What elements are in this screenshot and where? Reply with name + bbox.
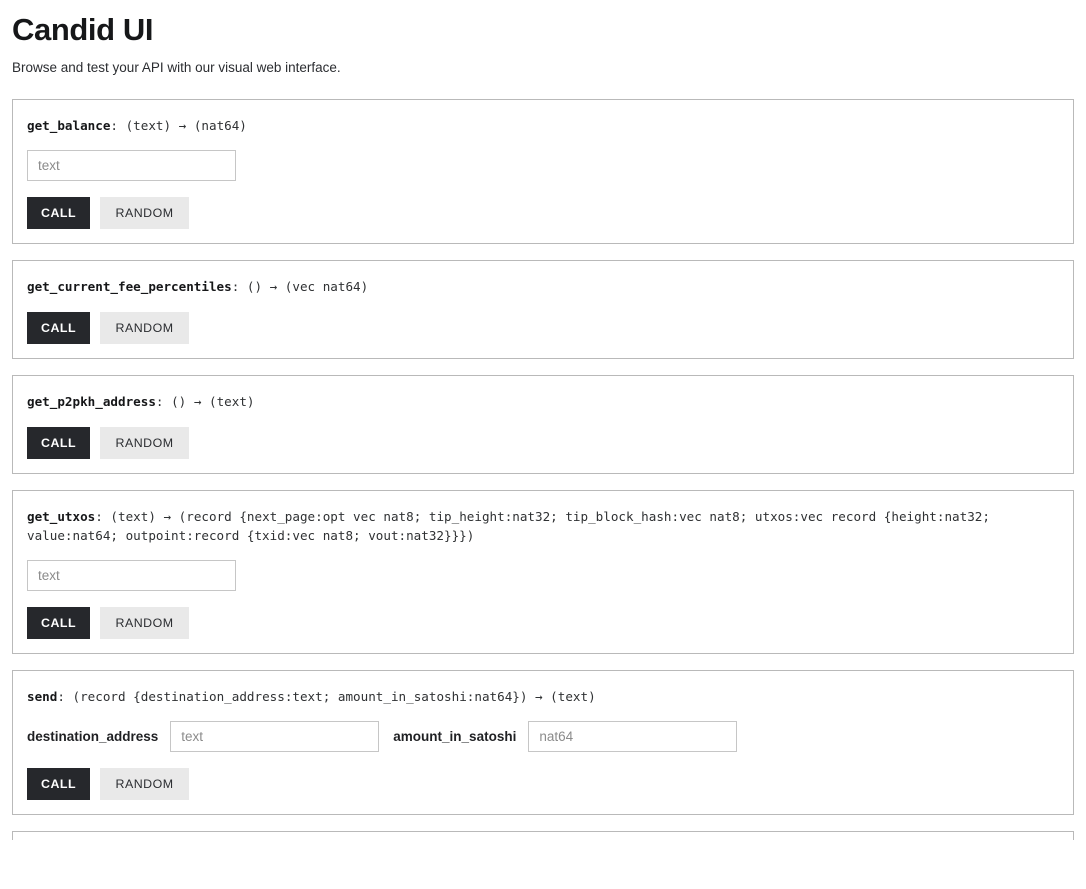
- argument-row: [25, 150, 1061, 181]
- argument-group: [27, 560, 236, 591]
- random-button[interactable]: RANDOM: [100, 607, 190, 639]
- argument-input[interactable]: [170, 721, 380, 752]
- method-card: get_p2pkh_address: () → (text) CALL RANDOM: [12, 375, 1074, 474]
- call-button[interactable]: CALL: [27, 197, 91, 229]
- method-card-next-partial: [12, 831, 1074, 840]
- argument-input[interactable]: [528, 721, 738, 752]
- method-signature: get_utxos: (text) → (record {next_page:o…: [25, 507, 1061, 545]
- method-signature: send: (record {destination_address:text;…: [25, 687, 1061, 706]
- method-card: send: (record {destination_address:text;…: [12, 670, 1074, 815]
- method-signature-separator: :: [155, 394, 172, 409]
- argument-input[interactable]: [27, 150, 236, 181]
- call-button[interactable]: CALL: [27, 312, 91, 344]
- method-signature-separator: :: [57, 689, 73, 704]
- argument-group: [27, 150, 236, 181]
- method-name: send: [27, 689, 58, 704]
- method-signature-separator: :: [231, 279, 247, 294]
- call-button[interactable]: CALL: [27, 768, 91, 800]
- method-signature: get_balance: (text) → (nat64): [25, 116, 1061, 135]
- method-signature-types: (record {destination_address:text; amoun…: [72, 689, 596, 704]
- action-row: CALL RANDOM: [25, 768, 1061, 800]
- method-name: get_utxos: [27, 509, 96, 524]
- call-button[interactable]: CALL: [27, 607, 91, 639]
- random-button[interactable]: RANDOM: [100, 312, 190, 344]
- argument-group: destination_address: [27, 721, 380, 752]
- action-row: CALL RANDOM: [25, 607, 1061, 639]
- call-button[interactable]: CALL: [27, 427, 91, 459]
- method-signature-types: () → (text): [171, 394, 255, 409]
- argument-input[interactable]: [27, 560, 236, 591]
- method-name: get_balance: [27, 118, 111, 133]
- argument-row: destination_address amount_in_satoshi: [25, 721, 1061, 752]
- random-button[interactable]: RANDOM: [100, 197, 190, 229]
- method-signature: get_current_fee_percentiles: () → (vec n…: [25, 277, 1061, 296]
- method-card: get_balance: (text) → (nat64) CALL RANDOM: [12, 99, 1074, 244]
- method-card: get_current_fee_percentiles: () → (vec n…: [12, 260, 1074, 359]
- method-signature-types: () → (vec nat64): [246, 279, 369, 294]
- action-row: CALL RANDOM: [25, 197, 1061, 229]
- page-subtitle: Browse and test your API with our visual…: [12, 60, 341, 75]
- random-button[interactable]: RANDOM: [100, 768, 190, 800]
- method-signature-separator: :: [110, 118, 126, 133]
- method-card: get_utxos: (text) → (record {next_page:o…: [12, 490, 1074, 654]
- random-button[interactable]: RANDOM: [100, 427, 190, 459]
- method-signature: get_p2pkh_address: () → (text): [25, 392, 1061, 411]
- argument-label: amount_in_satoshi: [393, 729, 517, 744]
- argument-group: amount_in_satoshi: [393, 721, 738, 752]
- argument-label: destination_address: [27, 729, 159, 744]
- page-title: Candid UI: [12, 12, 154, 47]
- method-signature-types: (text) → (nat64): [125, 118, 247, 133]
- action-row: CALL RANDOM: [25, 312, 1061, 344]
- method-name: get_current_fee_percentiles: [27, 279, 232, 294]
- argument-row: [25, 560, 1061, 591]
- method-signature-separator: :: [95, 509, 111, 524]
- candid-ui-page: Candid UI Browse and test your API with …: [0, 0, 1086, 840]
- action-row: CALL RANDOM: [25, 427, 1061, 459]
- method-signature-types: (text) → (record {next_page:opt vec nat8…: [27, 509, 998, 543]
- method-name: get_p2pkh_address: [27, 394, 156, 409]
- method-list: get_balance: (text) → (nat64)CALLRANDOMg…: [12, 99, 1074, 815]
